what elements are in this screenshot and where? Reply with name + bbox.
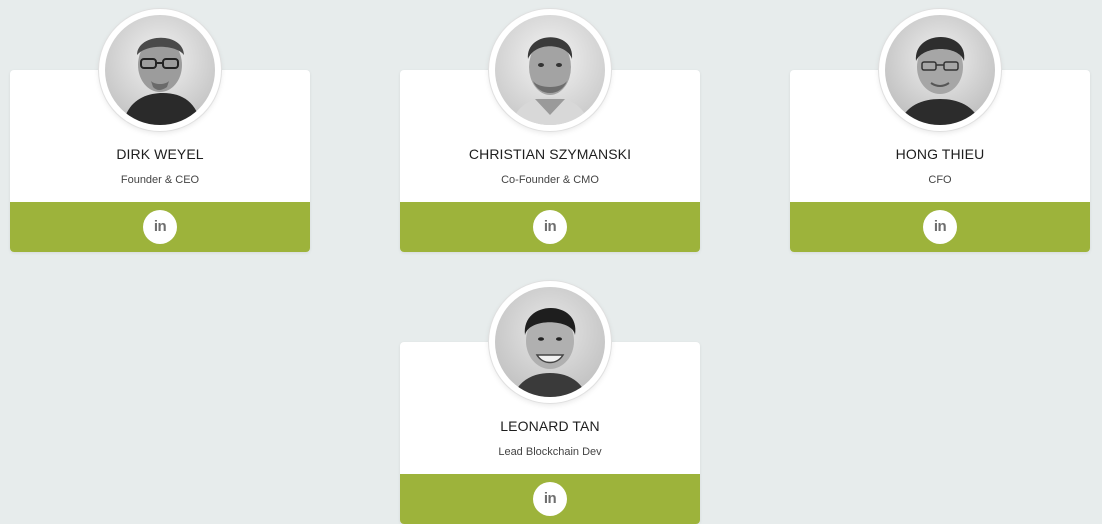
member-role: Lead Blockchain Dev (498, 446, 602, 458)
linkedin-icon: in (933, 218, 947, 235)
portrait-photo (495, 15, 605, 125)
linkedin-button[interactable]: in (923, 210, 957, 244)
card-footer: in (400, 202, 700, 252)
member-role: Co-Founder & CMO (501, 174, 599, 186)
portrait-photo (885, 15, 995, 125)
avatar (489, 281, 611, 403)
member-name: LEONARD TAN (500, 418, 600, 434)
linkedin-button[interactable]: in (533, 210, 567, 244)
linkedin-icon: in (543, 218, 557, 235)
member-role: CFO (928, 174, 952, 186)
avatar (99, 9, 221, 131)
linkedin-icon: in (543, 490, 557, 507)
member-role: Founder & CEO (120, 174, 200, 186)
linkedin-icon: in (153, 218, 167, 235)
avatar (879, 9, 1001, 131)
avatar (489, 9, 611, 131)
member-name: CHRISTIAN SZYMANSKI (468, 146, 632, 162)
card-footer: in (400, 474, 700, 524)
portrait-photo (495, 287, 605, 397)
portrait-photo (105, 15, 215, 125)
member-name: HONG THIEU (895, 146, 985, 162)
member-name: DIRK WEYEL (116, 146, 204, 162)
card-footer: in (790, 202, 1090, 252)
linkedin-button[interactable]: in (533, 482, 567, 516)
linkedin-button[interactable]: in (143, 210, 177, 244)
card-footer: in (10, 202, 310, 252)
